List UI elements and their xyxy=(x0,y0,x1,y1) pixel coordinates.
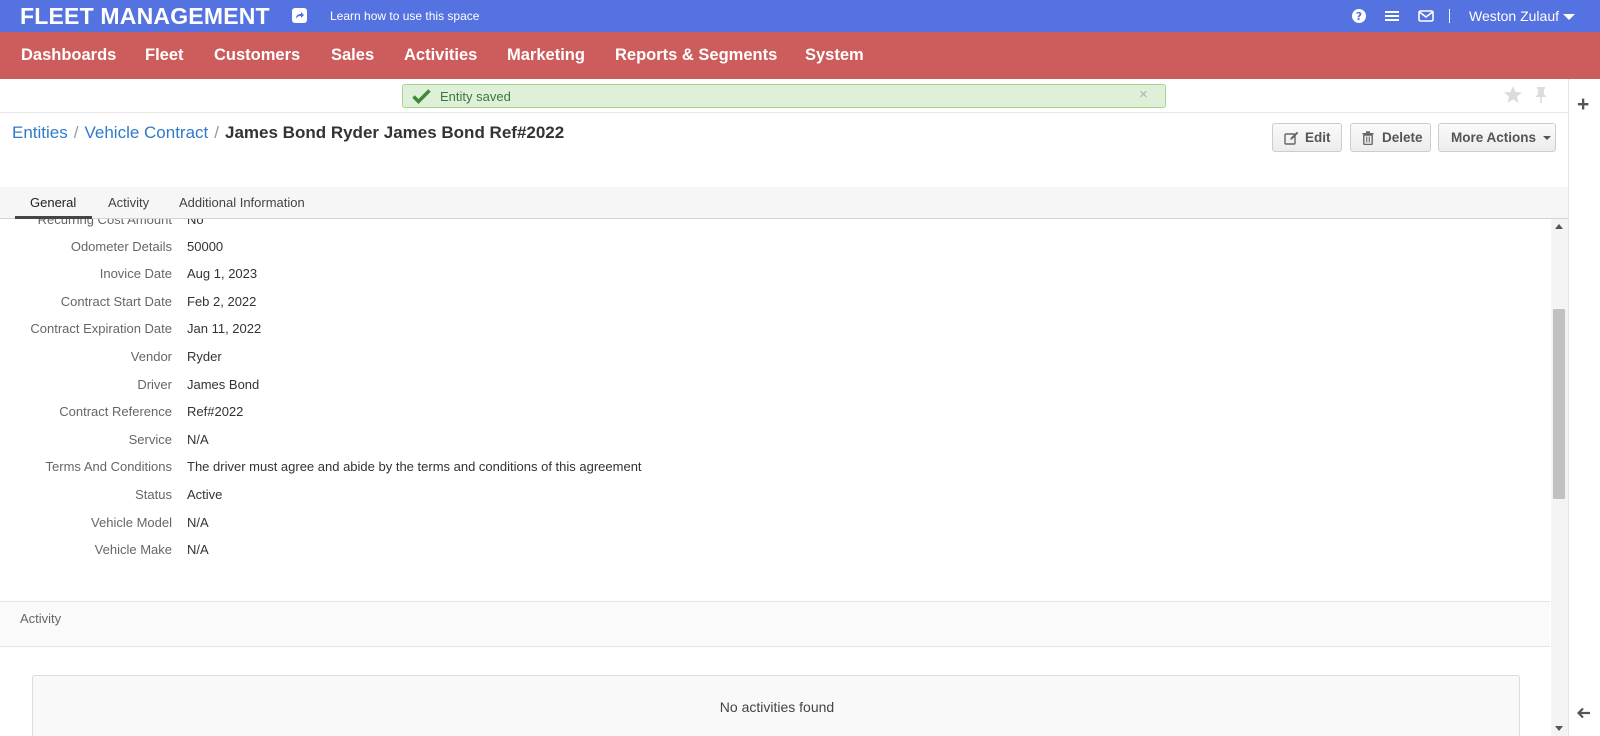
alert-message: Entity saved xyxy=(440,89,511,104)
arrow-left-icon[interactable] xyxy=(1576,704,1591,725)
tab-additional-information[interactable]: Additional Information xyxy=(179,195,305,210)
scrollbar-thumb[interactable] xyxy=(1553,309,1565,499)
pin-icon[interactable] xyxy=(1534,86,1548,109)
mail-icon[interactable] xyxy=(1418,8,1434,24)
nav-activities[interactable]: Activities xyxy=(404,46,477,65)
field-service: Service N/A xyxy=(0,432,1500,452)
field-label: Contract Reference xyxy=(59,404,172,419)
field-label: Recurring Cost Amount xyxy=(37,219,172,227)
nav-sales[interactable]: Sales xyxy=(331,46,374,65)
breadcrumb-separator: / xyxy=(73,123,79,142)
field-terms-and-conditions: Terms And Conditions The driver must agr… xyxy=(0,459,1500,479)
field-label: Contract Start Date xyxy=(60,294,172,309)
success-alert: Entity saved × xyxy=(402,84,1166,108)
field-invoice-date: Inovice Date Aug 1, 2023 xyxy=(0,266,1500,286)
breadcrumb-separator: / xyxy=(214,123,220,142)
main-nav: Dashboards Fleet Customers Sales Activit… xyxy=(0,32,1600,79)
tab-activity[interactable]: Activity xyxy=(108,195,149,210)
page-title: James Bond Ryder James Bond Ref#2022 xyxy=(225,123,565,142)
share-icon[interactable] xyxy=(292,8,307,23)
field-contract-reference: Contract Reference Ref#2022 xyxy=(0,404,1500,424)
field-label: Service xyxy=(128,432,172,447)
field-label: Inovice Date xyxy=(99,266,172,281)
field-label: Vehicle Make xyxy=(94,542,172,557)
field-vehicle-make: Vehicle Make N/A xyxy=(0,542,1500,562)
field-label: Contract Expiration Date xyxy=(30,321,172,336)
activity-empty-state: No activities found xyxy=(32,675,1520,736)
nav-fleet[interactable]: Fleet xyxy=(145,46,184,65)
plus-icon[interactable]: + xyxy=(1577,93,1589,117)
nav-customers[interactable]: Customers xyxy=(214,46,300,65)
field-value: James Bond xyxy=(187,377,260,392)
chevron-down-icon[interactable] xyxy=(1563,14,1575,20)
field-value: 50000 xyxy=(187,239,224,254)
field-recurring-cost-amount: Recurring Cost Amount No xyxy=(0,219,1500,232)
breadcrumb: Entities / Vehicle Contract / James Bond Ryd… xyxy=(12,123,564,143)
field-label: Vendor xyxy=(130,349,172,364)
activity-section-title: Activity xyxy=(20,611,62,626)
list-icon[interactable] xyxy=(1384,8,1400,24)
edit-icon xyxy=(1284,131,1299,148)
scroll-up-arrow-icon[interactable] xyxy=(1555,224,1563,229)
nav-system[interactable]: System xyxy=(805,46,864,65)
nav-marketing[interactable]: Marketing xyxy=(507,46,585,65)
top-bar: FLEET MANAGEMENT Learn how to use this s… xyxy=(0,0,1600,32)
star-icon[interactable] xyxy=(1503,85,1523,109)
svg-text:?: ? xyxy=(1356,10,1362,23)
more-actions-button[interactable]: More Actions xyxy=(1438,123,1556,152)
more-actions-label: More Actions xyxy=(1451,130,1537,145)
field-driver: Driver James Bond xyxy=(0,377,1500,397)
app-title[interactable]: FLEET MANAGEMENT xyxy=(20,3,270,29)
user-menu[interactable]: Weston Zulauf xyxy=(1469,8,1559,24)
help-icon[interactable]: ? xyxy=(1351,8,1367,24)
breadcrumb-entities[interactable]: Entities xyxy=(12,123,68,142)
field-label: Status xyxy=(135,487,172,502)
field-label: Odometer Details xyxy=(70,239,172,254)
caret-down-icon xyxy=(1543,136,1551,140)
nav-reports-segments[interactable]: Reports & Segments xyxy=(615,46,777,65)
field-value: Active xyxy=(187,487,223,502)
tab-general[interactable]: General xyxy=(30,195,76,210)
nav-dashboards[interactable]: Dashboards xyxy=(21,46,116,65)
field-vendor: Vendor Ryder xyxy=(0,349,1500,369)
field-value: Ryder xyxy=(187,349,222,364)
field-value: Ref#2022 xyxy=(187,404,244,419)
field-value: N/A xyxy=(187,515,209,530)
tab-bar: General Activity Additional Information xyxy=(0,187,1568,219)
field-contract-expiration-date: Contract Expiration Date Jan 11, 2022 xyxy=(0,321,1500,341)
breadcrumb-vehicle-contract[interactable]: Vehicle Contract xyxy=(84,123,208,142)
field-value: Feb 2, 2022 xyxy=(187,294,257,309)
field-label: Terms And Conditions xyxy=(45,459,172,474)
learn-link[interactable]: Learn how to use this space xyxy=(330,9,479,23)
scroll-down-arrow-icon[interactable] xyxy=(1555,726,1563,731)
close-icon[interactable]: × xyxy=(1139,86,1148,103)
general-section: Recurring Cost Amount No Odometer Detail… xyxy=(0,219,1550,736)
field-contract-start-date: Contract Start Date Feb 2, 2022 xyxy=(0,294,1500,314)
right-sidebar xyxy=(1568,79,1600,736)
field-value: N/A xyxy=(187,432,209,447)
field-label: Vehicle Model xyxy=(91,515,172,530)
empty-message: No activities found xyxy=(719,699,835,715)
field-vehicle-model: Vehicle Model N/A xyxy=(0,515,1500,535)
field-value: Jan 11, 2022 xyxy=(187,321,262,336)
field-odometer-details: Odometer Details 50000 xyxy=(0,239,1500,259)
delete-label: Delete xyxy=(1382,130,1423,145)
trash-icon xyxy=(1362,131,1374,148)
divider xyxy=(1449,9,1450,23)
field-status: Status Active xyxy=(0,487,1500,507)
field-value: Aug 1, 2023 xyxy=(187,266,258,281)
check-icon xyxy=(412,88,431,109)
field-value: The driver must agree and abide by the t… xyxy=(187,459,642,474)
field-label: Driver xyxy=(137,377,172,392)
edit-label: Edit xyxy=(1305,130,1331,145)
divider xyxy=(0,112,1568,113)
delete-button[interactable]: Delete xyxy=(1350,123,1431,152)
field-value: No xyxy=(187,219,204,227)
activity-section-header: Activity xyxy=(0,601,1550,647)
field-value: N/A xyxy=(187,542,209,557)
edit-button[interactable]: Edit xyxy=(1272,123,1342,152)
scrollbar[interactable] xyxy=(1551,219,1568,736)
